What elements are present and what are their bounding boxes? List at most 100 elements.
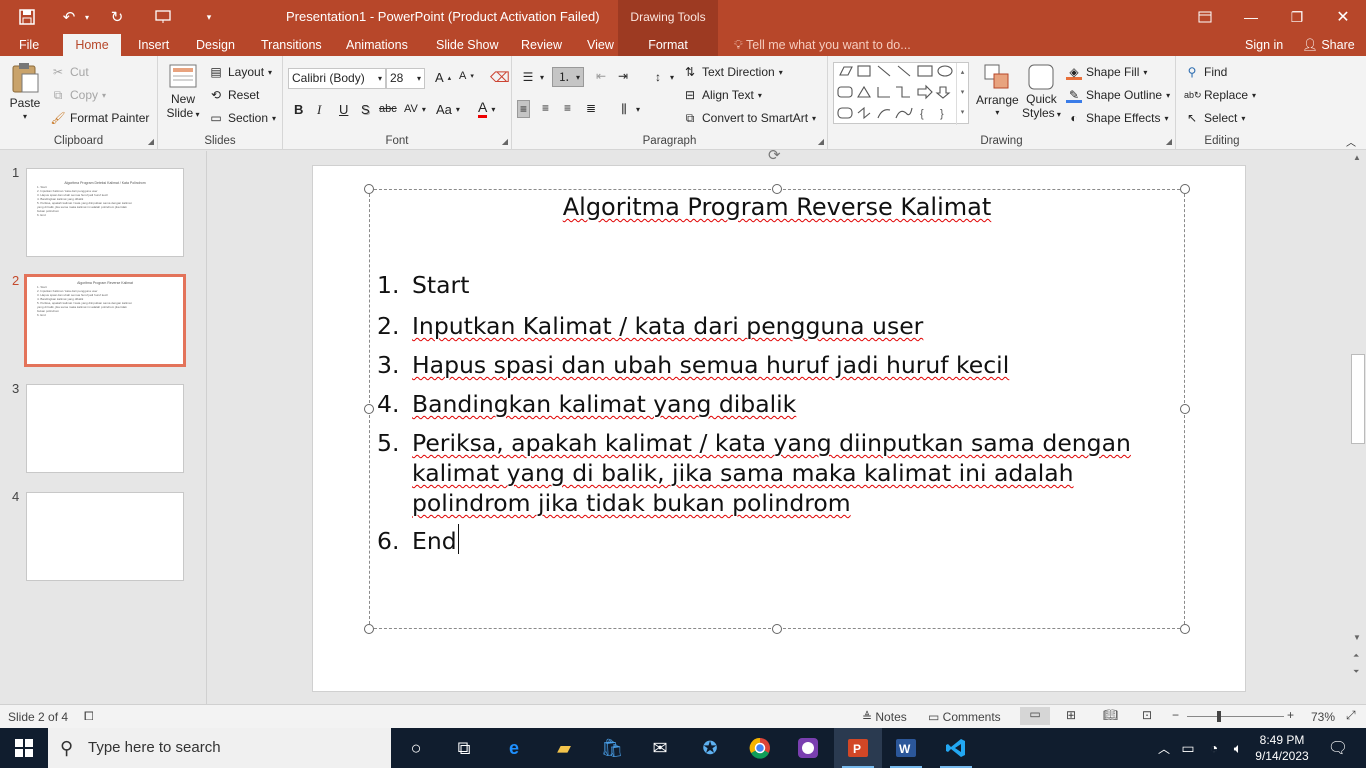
cortana-icon[interactable]: ○ (392, 728, 440, 768)
shape-fill-button[interactable]: ◈ Shape Fill ▾ (1066, 64, 1147, 80)
slide-thumbnail-2[interactable]: Algoritma Program Reverse Kalimat 1. Sta… (24, 274, 186, 367)
fit-to-window-icon[interactable]: ⤢ (1346, 708, 1356, 723)
share-button[interactable]: 👤︎ Share (1292, 34, 1365, 56)
zoom-slider[interactable] (1187, 716, 1284, 717)
taskbar-clock[interactable]: 8:49 PM 9/14/2023 (1254, 732, 1310, 764)
battery-icon[interactable]: ▭ (1176, 728, 1200, 768)
italic-button[interactable]: I (317, 102, 321, 118)
decrease-indent-icon[interactable]: ⇤ (596, 69, 606, 83)
scroll-down-icon[interactable]: ▼ (1353, 633, 1361, 642)
tab-format[interactable]: Format (618, 34, 718, 56)
comments-button[interactable]: ▭ Comments (928, 710, 1001, 724)
list-item[interactable]: 4. Bandingkan kalimat yang dibalik (377, 389, 796, 419)
rotate-handle-icon[interactable]: ⟳ (768, 146, 781, 164)
reset-button[interactable]: ⟲ Reset (208, 87, 259, 103)
save-icon[interactable] (16, 6, 38, 28)
align-left-icon[interactable]: ≡ (517, 100, 531, 118)
clipboard-launcher-icon[interactable]: ◢ (148, 137, 154, 146)
change-case-button[interactable]: Aa ▾ (436, 102, 460, 117)
font-color-button[interactable]: A ▾ (478, 100, 495, 118)
increase-indent-icon[interactable]: ⇥ (618, 69, 628, 83)
volume-icon[interactable]: 🔈︎ (1226, 728, 1250, 768)
spellcheck-icon[interactable]: ⧠ (84, 709, 94, 724)
arrange-button[interactable]: Arrange ▾ (976, 62, 1019, 117)
align-center-icon[interactable]: ≡ (542, 101, 549, 115)
tab-home[interactable]: Home (63, 34, 121, 56)
section-button[interactable]: ▭ Section ▾ (208, 110, 276, 126)
quick-styles-button[interactable]: Quick Styles ▾ (1022, 62, 1061, 120)
font-launcher-icon[interactable]: ◢ (502, 137, 508, 146)
slide-title[interactable]: Algoritma Program Reverse Kalimat (369, 193, 1185, 221)
zoom-level[interactable]: 73% (1311, 710, 1335, 724)
wifi-icon[interactable]: ◔ (1202, 728, 1226, 768)
tab-review[interactable]: Review (511, 34, 572, 56)
shrink-font-button[interactable]: A ▾ (459, 70, 474, 82)
file-explorer-icon[interactable]: ▰ (540, 728, 588, 768)
resize-handle[interactable] (1180, 624, 1190, 634)
cut-button[interactable]: ✂ Cut (50, 64, 89, 80)
copy-dropdown-icon[interactable]: ▾ (102, 91, 106, 100)
strikethrough-button[interactable]: abc (379, 103, 397, 115)
slide-thumbnail-1[interactable]: Algoritma Program Deteksi Kalimat / Kata… (26, 168, 184, 257)
scroll-up-icon[interactable]: ▲ (1353, 153, 1361, 162)
vscode-icon[interactable] (932, 728, 980, 768)
undo-dropdown-icon[interactable]: ▾ (80, 6, 94, 28)
zoom-out-icon[interactable]: − (1172, 708, 1179, 722)
text-direction-button[interactable]: ⇅ Text Direction ▾ (682, 64, 783, 80)
zoom-in-icon[interactable]: + (1287, 708, 1294, 722)
slide-sorter-icon[interactable]: ⊞ (1066, 708, 1076, 722)
find-button[interactable]: ⚲ Find (1184, 64, 1228, 80)
grow-font-button[interactable]: A ▴ (435, 70, 451, 85)
taskbar-search-box[interactable]: ⚲ Type here to search (48, 728, 391, 768)
font-size-dropdown-icon[interactable]: ▾ (417, 69, 421, 88)
tell-me-search[interactable]: 💡︎ Tell me what you want to do... (734, 34, 911, 56)
zoom-slider-thumb[interactable] (1217, 711, 1221, 722)
ribbon-display-options-icon[interactable] (1182, 0, 1228, 34)
format-painter-button[interactable]: 🖌︎ Format Painter (50, 110, 149, 126)
font-color-dropdown-icon[interactable]: ▾ (491, 105, 495, 114)
list-item[interactable]: 3. Hapus spasi dan ubah semua huruf jadi … (377, 350, 1009, 380)
windows-start-icon[interactable] (0, 728, 48, 768)
edge-icon[interactable]: e (490, 728, 538, 768)
chrome-icon[interactable] (736, 728, 784, 768)
align-text-button[interactable]: ⊟ Align Text ▾ (682, 87, 762, 103)
bullets-button[interactable]: ☰ ▾ (520, 69, 544, 85)
tab-design[interactable]: Design (186, 34, 245, 56)
new-slide-button[interactable]: New Slide ▾ (166, 62, 200, 120)
underline-button[interactable]: U (339, 102, 348, 117)
font-name-dropdown-icon[interactable]: ▾ (378, 69, 382, 88)
list-item[interactable]: 2. Inputkan Kalimat / kata dari pengguna … (377, 311, 923, 341)
github-desktop-icon[interactable] (784, 728, 832, 768)
shape-outline-button[interactable]: ✎ Shape Outline ▾ (1066, 87, 1170, 103)
previous-slide-icon[interactable]: ⏶ (1353, 651, 1359, 661)
redo-icon[interactable]: ↻ (106, 6, 128, 28)
list-item[interactable]: 6. End (377, 526, 457, 556)
normal-view-icon[interactable]: ▭ (1020, 707, 1050, 725)
task-view-icon[interactable]: ⧉ (440, 728, 488, 768)
align-right-icon[interactable]: ≡ (564, 101, 571, 115)
resize-handle[interactable] (364, 624, 374, 634)
text-shadow-button[interactable]: S (361, 102, 370, 117)
tab-slide-show[interactable]: Slide Show (426, 34, 509, 56)
line-spacing-button[interactable]: ↕ ▾ (650, 69, 674, 85)
resize-handle[interactable] (772, 624, 782, 634)
customize-toolbar-icon[interactable]: ▾ (198, 6, 220, 28)
tab-transitions[interactable]: Transitions (251, 34, 332, 56)
tab-file[interactable]: File (9, 34, 49, 56)
tab-animations[interactable]: Animations (336, 34, 418, 56)
list-item[interactable]: 1. Start (377, 270, 469, 300)
new-slide-dropdown-icon[interactable]: ▾ (193, 110, 199, 119)
notifications-icon[interactable]: 🗨︎ (1318, 728, 1358, 768)
undo-icon[interactable]: ↶ (58, 6, 80, 28)
close-icon[interactable]: ✕ (1320, 0, 1366, 34)
numbering-button[interactable]: ⒈ ▾ (552, 67, 585, 87)
convert-smartart-button[interactable]: ⧉ Convert to SmartArt ▾ (682, 110, 816, 126)
tab-insert[interactable]: Insert (128, 34, 179, 56)
font-name-box[interactable]: Calibri (Body) ▾ (288, 68, 386, 89)
shapes-gallery[interactable]: {} ▴ ▾ ▾ (833, 62, 969, 125)
mail-icon[interactable]: ✉ (636, 728, 684, 768)
reading-view-icon[interactable]: 📖︎ (1103, 708, 1118, 722)
word-icon[interactable]: W (882, 728, 930, 768)
gallery-scroll-icon[interactable]: ▴ ▾ ▾ (956, 63, 968, 125)
start-from-beginning-icon[interactable] (152, 6, 174, 28)
